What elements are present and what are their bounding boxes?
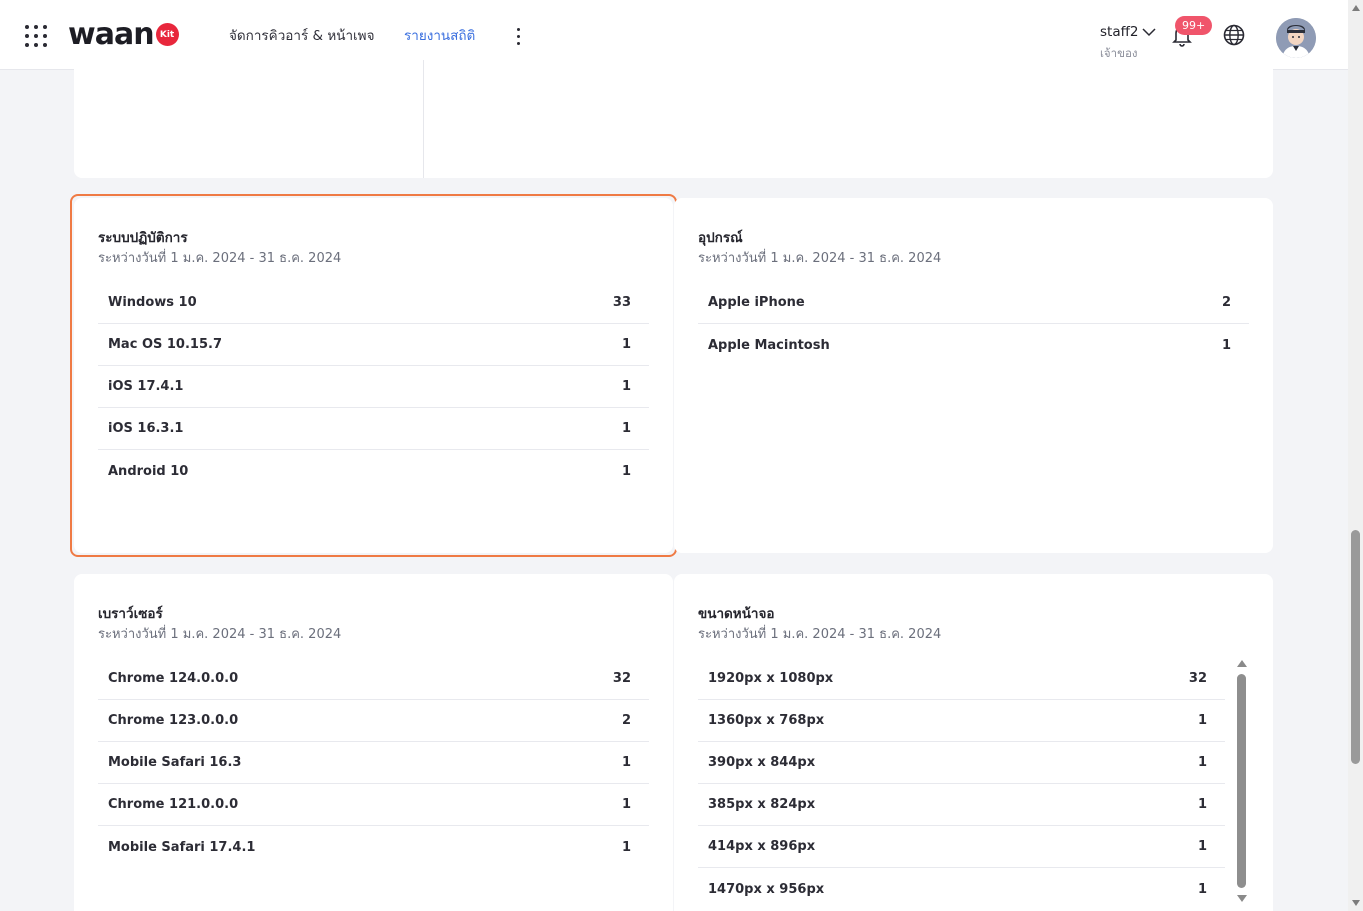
screen-list-scrollbar[interactable] [1236, 660, 1248, 905]
scroll-up-arrow-icon[interactable] [1352, 5, 1360, 11]
card-divider [423, 60, 424, 178]
list-item: Apple iPhone 2 [698, 282, 1249, 324]
list-item: 1920px x 1080px 32 [698, 658, 1225, 700]
list-item: Chrome 123.0.0.0 2 [98, 700, 649, 742]
scroll-down-arrow-icon[interactable] [1352, 900, 1360, 906]
list-item: Apple Macintosh 1 [698, 324, 1249, 366]
item-count: 32 [1188, 671, 1207, 686]
card-title: ขนาดหน้าจอ [698, 606, 775, 622]
card-title: เบราว์เซอร์ [98, 606, 163, 622]
waan-kit-logo[interactable]: waan Kit [68, 16, 179, 52]
item-count: 2 [621, 713, 631, 728]
item-count: 33 [612, 295, 631, 310]
item-count: 2 [1221, 295, 1231, 310]
item-label: 385px x 824px [708, 797, 816, 812]
chevron-down-icon[interactable] [1142, 27, 1156, 37]
item-label: Android 10 [108, 463, 189, 479]
avatar[interactable] [1276, 18, 1316, 58]
item-count: 1 [1197, 839, 1207, 854]
item-label: Chrome 121.0.0.0 [108, 797, 239, 812]
screen-size-card: ขนาดหน้าจอ ระหว่างวันที่ 1 ม.ค. 2024 - 3… [674, 574, 1273, 911]
list-item: 390px x 844px 1 [698, 742, 1225, 784]
item-count: 1 [1221, 337, 1231, 353]
scroll-down-arrow-icon[interactable] [1237, 895, 1247, 902]
logo-text: waan [68, 16, 155, 52]
item-label: 1920px x 1080px [708, 671, 834, 686]
browser-card: เบราว์เซอร์ ระหว่างวันที่ 1 ม.ค. 2024 - … [74, 574, 673, 911]
item-label: 390px x 844px [708, 755, 816, 770]
list-item: Mobile Safari 16.3 1 [98, 742, 649, 784]
card-title: อุปกรณ์ [698, 230, 743, 246]
list-item: 1360px x 768px 1 [698, 700, 1225, 742]
list-item: Android 10 1 [98, 450, 649, 492]
item-count: 1 [1197, 881, 1207, 897]
os-card: ระบบปฏิบัติการ ระหว่างวันที่ 1 ม.ค. 2024… [74, 198, 673, 553]
logo-badge: Kit [155, 23, 179, 46]
list-item: 1470px x 956px 1 [698, 868, 1225, 910]
item-count: 1 [621, 379, 631, 394]
item-label: iOS 17.4.1 [108, 379, 184, 394]
apps-grid-icon[interactable] [24, 24, 48, 48]
screen-size-list: 1920px x 1080px 32 1360px x 768px 1 390px … [698, 658, 1225, 910]
item-count: 1 [1197, 797, 1207, 812]
card-date-range: ระหว่างวันที่ 1 ม.ค. 2024 - 31 ธ.ค. 2024 [698, 251, 942, 266]
item-label: Mobile Safari 16.3 [108, 755, 242, 770]
item-label: Apple iPhone [708, 295, 805, 310]
list-item: Mac OS 10.15.7 1 [98, 324, 649, 366]
item-label: 1470px x 956px [708, 881, 825, 897]
item-label: Chrome 123.0.0.0 [108, 713, 239, 728]
user-name[interactable]: staff2 [1100, 24, 1139, 40]
item-count: 1 [1197, 755, 1207, 770]
list-item: 385px x 824px 1 [698, 784, 1225, 826]
globe-icon[interactable] [1222, 23, 1246, 47]
list-item: Mobile Safari 17.4.1 1 [98, 826, 649, 868]
more-vertical-icon[interactable] [508, 25, 528, 47]
list-item: 414px x 896px 1 [698, 826, 1225, 868]
os-list: Windows 10 33 Mac OS 10.15.7 1 iOS 17.4.1 1… [98, 282, 649, 492]
browser-list: Chrome 124.0.0.0 32 Chrome 123.0.0.0 2 Mob… [98, 658, 649, 868]
device-list: Apple iPhone 2 Apple Macintosh 1 [698, 282, 1249, 366]
item-label: Mobile Safari 17.4.1 [108, 839, 256, 855]
item-label: 1360px x 768px [708, 713, 825, 728]
list-item: Chrome 121.0.0.0 1 [98, 784, 649, 826]
notification-badge: 99+ [1175, 16, 1213, 35]
list-item: Windows 10 33 [98, 282, 649, 324]
item-count: 1 [1197, 713, 1207, 728]
previous-report-card [74, 60, 1273, 178]
list-item: Chrome 124.0.0.0 32 [98, 658, 649, 700]
list-item: iOS 16.3.1 1 [98, 408, 649, 450]
item-label: Mac OS 10.15.7 [108, 337, 222, 352]
list-item: iOS 17.4.1 1 [98, 366, 649, 408]
item-count: 1 [621, 839, 631, 855]
item-count: 1 [621, 421, 631, 436]
item-count: 1 [621, 463, 631, 479]
page-scrollbar[interactable] [1348, 0, 1363, 911]
item-count: 1 [621, 755, 631, 770]
item-label: Apple Macintosh [708, 337, 830, 353]
card-date-range: ระหว่างวันที่ 1 ม.ค. 2024 - 31 ธ.ค. 2024 [98, 251, 342, 266]
scrollbar-thumb[interactable] [1351, 530, 1360, 764]
item-label: 414px x 896px [708, 839, 816, 854]
card-date-range: ระหว่างวันที่ 1 ม.ค. 2024 - 31 ธ.ค. 2024 [98, 627, 342, 642]
card-date-range: ระหว่างวันที่ 1 ม.ค. 2024 - 31 ธ.ค. 2024 [698, 627, 942, 642]
item-count: 1 [621, 337, 631, 352]
scrollbar-thumb[interactable] [1237, 674, 1246, 888]
item-count: 1 [621, 797, 631, 812]
device-card: อุปกรณ์ ระหว่างวันที่ 1 ม.ค. 2024 - 31 ธ… [674, 198, 1273, 553]
item-label: Chrome 124.0.0.0 [108, 671, 239, 686]
item-count: 32 [612, 671, 631, 686]
card-title: ระบบปฏิบัติการ [98, 230, 188, 246]
scroll-up-arrow-icon[interactable] [1237, 660, 1247, 667]
item-label: iOS 16.3.1 [108, 421, 184, 436]
item-label: Windows 10 [108, 295, 197, 310]
